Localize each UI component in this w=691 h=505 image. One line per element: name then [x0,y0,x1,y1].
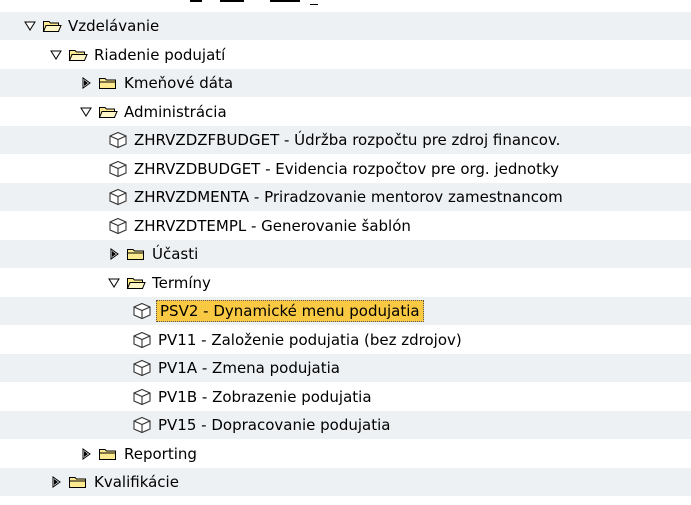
folder-icon [98,75,118,91]
folder-label[interactable]: Riadenie podujatí [92,45,227,65]
clipped-text-fragment [190,0,318,5]
folder-icon [126,246,146,262]
tree-row[interactable]: PV15 - Dopracovanie podujatia [0,411,691,439]
folder-open-icon [98,104,118,120]
clipped-row-top [0,0,691,12]
transaction-cube-icon [132,331,152,348]
transaction-label[interactable]: ZHRVZDBUDGET - Evidencia rozpočtov pre o… [132,159,561,179]
triangle-right-icon[interactable] [80,447,92,461]
tree-row[interactable]: Termíny [0,268,691,297]
transaction-cube-icon [132,416,152,434]
transaction-cube-icon [132,388,152,405]
tree-row[interactable]: PV11 - Založenie podujatia (bez zdrojov) [0,325,691,354]
menu-tree: Vzdelávanie Riadenie podujatí Kmeňové dáta… [0,0,691,505]
transaction-cube-icon [108,217,128,234]
transaction-cube-icon [108,188,128,206]
tree-row[interactable]: Kmeňové dáta [0,69,691,97]
folder-open-icon [42,18,62,34]
folder-open-icon [68,47,88,63]
folder-icon [98,446,118,462]
transaction-cube-icon [132,302,152,320]
transaction-cube-icon [132,359,152,377]
triangle-down-icon[interactable] [24,19,36,33]
folder-label[interactable]: Kmeňové dáta [122,73,235,93]
tree-row[interactable]: Reporting [0,439,691,468]
triangle-down-icon[interactable] [80,105,92,119]
folder-icon [68,474,88,490]
transaction-label[interactable]: ZHRVZDZFBUDGET - Údržba rozpočtu pre zdr… [132,130,562,150]
tree-row[interactable]: Kvalifikácie [0,468,691,496]
tree-row[interactable]: ZHRVZDTEMPL - Generovanie šablón [0,211,691,240]
transaction-label[interactable]: ZHRVZDMENTA - Priradzovanie mentorov zam… [132,187,565,207]
folder-open-icon [126,275,146,291]
tree-row[interactable]: Účasti [0,240,691,268]
folder-label[interactable]: Reporting [122,444,199,464]
tree-row[interactable]: Vzdelávanie [0,12,691,40]
triangle-down-icon[interactable] [108,276,120,290]
tree-row[interactable]: ZHRVZDMENTA - Priradzovanie mentorov zam… [0,183,691,211]
transaction-label[interactable]: PV15 - Dopracovanie podujatia [156,415,392,435]
folder-label[interactable]: Vzdelávanie [66,16,161,36]
tree-row[interactable]: PV1B - Zobrazenie podujatia [0,382,691,411]
transaction-cube-icon [108,160,128,177]
transaction-label[interactable]: PV11 - Založenie podujatia (bez zdrojov) [156,330,464,350]
tree-row[interactable]: PV1A - Zmena podujatia [0,354,691,382]
transaction-label[interactable]: PSV2 - Dynamické menu podujatia [156,300,424,322]
transaction-label[interactable]: PV1A - Zmena podujatia [156,358,342,378]
transaction-label[interactable]: PV1B - Zobrazenie podujatia [156,387,374,407]
transaction-cube-icon [108,131,128,149]
tree-row[interactable]: ZHRVZDZFBUDGET - Údržba rozpočtu pre zdr… [0,126,691,154]
folder-label[interactable]: Kvalifikácie [92,472,181,492]
triangle-right-icon[interactable] [108,247,120,261]
tree-row[interactable]: ZHRVZDBUDGET - Evidencia rozpočtov pre o… [0,154,691,183]
triangle-down-icon[interactable] [50,48,62,62]
tree-row[interactable]: PSV2 - Dynamické menu podujatia [0,297,691,325]
triangle-right-icon[interactable] [50,475,62,489]
folder-label[interactable]: Administrácia [122,102,229,122]
triangle-right-icon[interactable] [80,76,92,90]
tree-row[interactable]: Administrácia [0,97,691,126]
folder-label[interactable]: Termíny [150,273,213,293]
transaction-label[interactable]: ZHRVZDTEMPL - Generovanie šablón [132,216,413,236]
folder-label[interactable]: Účasti [150,244,200,264]
tree-row[interactable]: Riadenie podujatí [0,40,691,69]
